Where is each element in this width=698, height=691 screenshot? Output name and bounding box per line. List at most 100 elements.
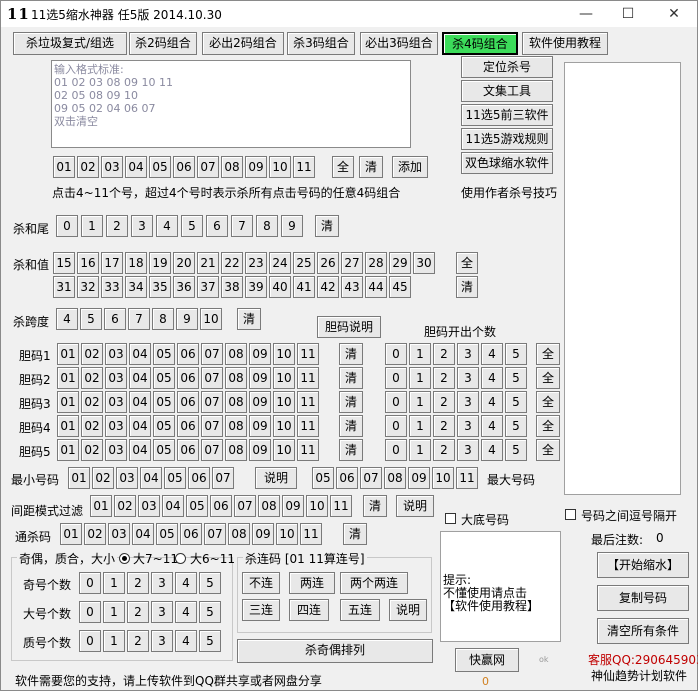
dan-4-number-06[interactable]: 06 [177,415,199,437]
tool-button-2[interactable]: 11选5前三软件 [461,104,553,126]
gap-number-09[interactable]: 09 [282,495,304,517]
kill-span-10[interactable]: 10 [200,308,222,330]
dan-4-number-09[interactable]: 09 [249,415,271,437]
dan-2-number-02[interactable]: 02 [81,367,103,389]
dan-1-count-4[interactable]: 4 [481,343,503,365]
dan-3-count-0[interactable]: 0 [385,391,407,413]
odd-even-row-2-count-2[interactable]: 2 [127,630,149,652]
dan-2-number-01[interactable]: 01 [57,367,79,389]
dan-4-number-01[interactable]: 01 [57,415,79,437]
tab-0[interactable]: 杀垃圾复式/组选 [13,32,127,55]
dan-1-number-09[interactable]: 09 [249,343,271,365]
odd-even-row-1-count-1[interactable]: 1 [103,601,125,623]
dan-4-number-11[interactable]: 11 [297,415,319,437]
kill-tail-7[interactable]: 7 [231,215,253,237]
odd-even-row-2-count-5[interactable]: 5 [199,630,221,652]
dan-3-number-01[interactable]: 01 [57,391,79,413]
min-number-03[interactable]: 03 [116,467,138,489]
odd-even-row-0-count-2[interactable]: 2 [127,572,149,594]
pick-number-01[interactable]: 01 [53,156,75,178]
dan-5-count-2[interactable]: 2 [433,439,455,461]
dan-2-count-2[interactable]: 2 [433,367,455,389]
kill-sum-31[interactable]: 31 [53,276,75,298]
min-number-06[interactable]: 06 [188,467,210,489]
dan-1-all-button[interactable]: 全 [536,343,560,365]
minimize-icon[interactable]: — [563,1,609,27]
dan-2-number-03[interactable]: 03 [105,367,127,389]
pick-number-05[interactable]: 05 [149,156,171,178]
kill-span-clear-button[interactable]: 清 [237,308,261,330]
dan-3-all-button[interactable]: 全 [536,391,560,413]
no-consecutive-button[interactable]: 不连 [242,572,280,594]
kill-tail-3[interactable]: 3 [131,215,153,237]
max-number-05[interactable]: 05 [312,467,334,489]
select-all-button[interactable]: 全 [332,156,354,178]
dan-1-number-10[interactable]: 10 [273,343,295,365]
pick-number-09[interactable]: 09 [245,156,267,178]
kill-all-number-06[interactable]: 06 [180,523,202,545]
dan-4-count-1[interactable]: 1 [409,415,431,437]
dan-4-number-07[interactable]: 07 [201,415,223,437]
dan-3-count-1[interactable]: 1 [409,391,431,413]
kill-sum-44[interactable]: 44 [365,276,387,298]
dan-3-number-03[interactable]: 03 [105,391,127,413]
big-6-11-radio[interactable] [175,553,186,564]
min-number-01[interactable]: 01 [68,467,90,489]
three-consecutive-button[interactable]: 三连 [242,599,280,621]
dan-2-number-08[interactable]: 08 [225,367,247,389]
odd-even-row-1-count-2[interactable]: 2 [127,601,149,623]
dan-5-number-01[interactable]: 01 [57,439,79,461]
dan-5-count-4[interactable]: 4 [481,439,503,461]
dan-2-all-button[interactable]: 全 [536,367,560,389]
odd-even-row-2-count-0[interactable]: 0 [79,630,101,652]
kill-sum-19[interactable]: 19 [149,252,171,274]
dan-2-number-04[interactable]: 04 [129,367,151,389]
odd-even-row-0-count-0[interactable]: 0 [79,572,101,594]
dan-1-number-08[interactable]: 08 [225,343,247,365]
dan-4-all-button[interactable]: 全 [536,415,560,437]
max-number-08[interactable]: 08 [384,467,406,489]
big-7-11-radio[interactable] [119,553,130,564]
gap-help-button[interactable]: 说明 [396,495,434,517]
kill-sum-23[interactable]: 23 [245,252,267,274]
min-max-help-button[interactable]: 说明 [255,467,297,489]
kill-sum-34[interactable]: 34 [125,276,147,298]
kill-all-number-08[interactable]: 08 [228,523,250,545]
dan-1-number-11[interactable]: 11 [297,343,319,365]
kill-sum-27[interactable]: 27 [341,252,363,274]
dan-4-count-4[interactable]: 4 [481,415,503,437]
five-consecutive-button[interactable]: 五连 [340,599,380,621]
pick-number-08[interactable]: 08 [221,156,243,178]
kill-span-7[interactable]: 7 [128,308,150,330]
clear-button[interactable]: 清 [359,156,383,178]
gap-number-10[interactable]: 10 [306,495,328,517]
kill-span-6[interactable]: 6 [104,308,126,330]
kill-sum-45[interactable]: 45 [389,276,411,298]
dan-5-count-3[interactable]: 3 [457,439,479,461]
dan-5-number-04[interactable]: 04 [129,439,151,461]
kill-sum-21[interactable]: 21 [197,252,219,274]
dan-3-count-2[interactable]: 2 [433,391,455,413]
add-button[interactable]: 添加 [392,156,428,178]
comma-separator-checkbox[interactable] [565,509,576,520]
dan-5-number-10[interactable]: 10 [273,439,295,461]
odd-even-row-2-count-1[interactable]: 1 [103,630,125,652]
gap-number-11[interactable]: 11 [330,495,352,517]
dan-5-number-08[interactable]: 08 [225,439,247,461]
dan-2-count-0[interactable]: 0 [385,367,407,389]
dan-1-number-02[interactable]: 02 [81,343,103,365]
dan-4-number-05[interactable]: 05 [153,415,175,437]
dan-4-clear-button[interactable]: 清 [339,415,363,437]
dan-5-clear-button[interactable]: 清 [339,439,363,461]
start-filter-button[interactable]: 【开始缩水】 [597,552,689,578]
kill-sum-15[interactable]: 15 [53,252,75,274]
kill-tail-5[interactable]: 5 [181,215,203,237]
odd-even-row-0-count-5[interactable]: 5 [199,572,221,594]
gap-number-06[interactable]: 06 [210,495,232,517]
min-number-02[interactable]: 02 [92,467,114,489]
dan-3-number-09[interactable]: 09 [249,391,271,413]
kill-sum-18[interactable]: 18 [125,252,147,274]
dan-3-number-11[interactable]: 11 [297,391,319,413]
dan-1-number-01[interactable]: 01 [57,343,79,365]
kill-sum-30[interactable]: 30 [413,252,435,274]
